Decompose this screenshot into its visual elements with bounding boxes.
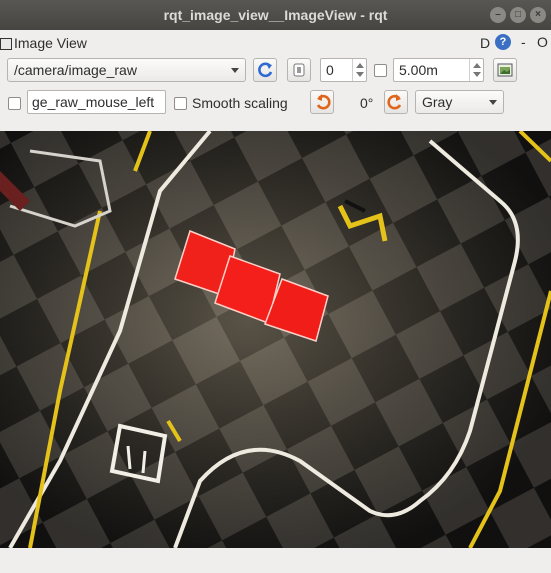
camera-image-view xyxy=(0,131,551,548)
smooth-scaling-label: Smooth scaling xyxy=(192,95,288,111)
zoom-1-button[interactable] xyxy=(287,58,311,82)
window-titlebar[interactable]: rqt_image_view__ImageView - rqt – □ × xyxy=(0,0,551,30)
maximize-button[interactable]: □ xyxy=(510,7,526,23)
refresh-button[interactable] xyxy=(253,58,277,82)
dock-grip-icon[interactable] xyxy=(0,38,12,50)
minimize-button[interactable]: – xyxy=(490,7,506,23)
panel-header: Image View D ? - O xyxy=(0,30,551,56)
max-range-field[interactable]: 5.00m xyxy=(393,58,484,82)
rotation-label: 0° xyxy=(360,95,374,111)
mouse-topic-value: ge_raw_mouse_left xyxy=(32,94,155,110)
publish-mouse-checkbox[interactable] xyxy=(8,97,21,110)
rotate-right-button[interactable] xyxy=(384,90,408,114)
spin-up-icon[interactable] xyxy=(473,63,481,68)
topic-value: /camera/image_raw xyxy=(14,62,137,78)
save-icon xyxy=(497,63,513,77)
save-image-button[interactable] xyxy=(493,58,517,82)
color-scheme-value: Gray xyxy=(422,94,453,110)
rotate-right-icon xyxy=(387,94,402,110)
mouse-topic-field[interactable]: ge_raw_mouse_left xyxy=(27,90,166,114)
toolbar-row-2: ge_raw_mouse_left Smooth scaling 0° Gray xyxy=(0,90,551,118)
spin-up-icon[interactable] xyxy=(356,63,364,68)
rotate-left-icon xyxy=(316,94,331,110)
spin-box[interactable]: 0 xyxy=(320,58,367,82)
color-scheme-select[interactable]: Gray xyxy=(415,90,504,114)
toolbar-row-1: /camera/image_raw 0 5.00m xyxy=(0,58,551,86)
close-panel-button[interactable]: O xyxy=(537,34,548,50)
rotate-left-button[interactable] xyxy=(310,90,334,114)
detach-button[interactable]: D xyxy=(480,35,490,51)
camera-image[interactable] xyxy=(0,131,551,548)
minimize-panel-button[interactable]: - xyxy=(521,34,526,50)
spin-value: 0 xyxy=(326,62,334,78)
window-title: rqt_image_view__ImageView - rqt xyxy=(163,7,388,23)
status-bar xyxy=(0,548,551,573)
max-range-value: 5.00m xyxy=(399,62,438,78)
max-range-checkbox[interactable] xyxy=(374,64,387,77)
help-icon[interactable]: ? xyxy=(495,34,511,50)
refresh-icon xyxy=(258,62,273,78)
close-window-button[interactable]: × xyxy=(530,7,546,23)
chevron-down-icon xyxy=(231,68,239,73)
spin-down-icon[interactable] xyxy=(356,72,364,77)
chevron-down-icon xyxy=(489,100,497,105)
topic-select[interactable]: /camera/image_raw xyxy=(7,58,246,82)
spin-down-icon[interactable] xyxy=(473,72,481,77)
panel-title: Image View xyxy=(14,35,87,51)
zoom-icon xyxy=(293,63,305,77)
smooth-scaling-checkbox[interactable] xyxy=(174,97,187,110)
